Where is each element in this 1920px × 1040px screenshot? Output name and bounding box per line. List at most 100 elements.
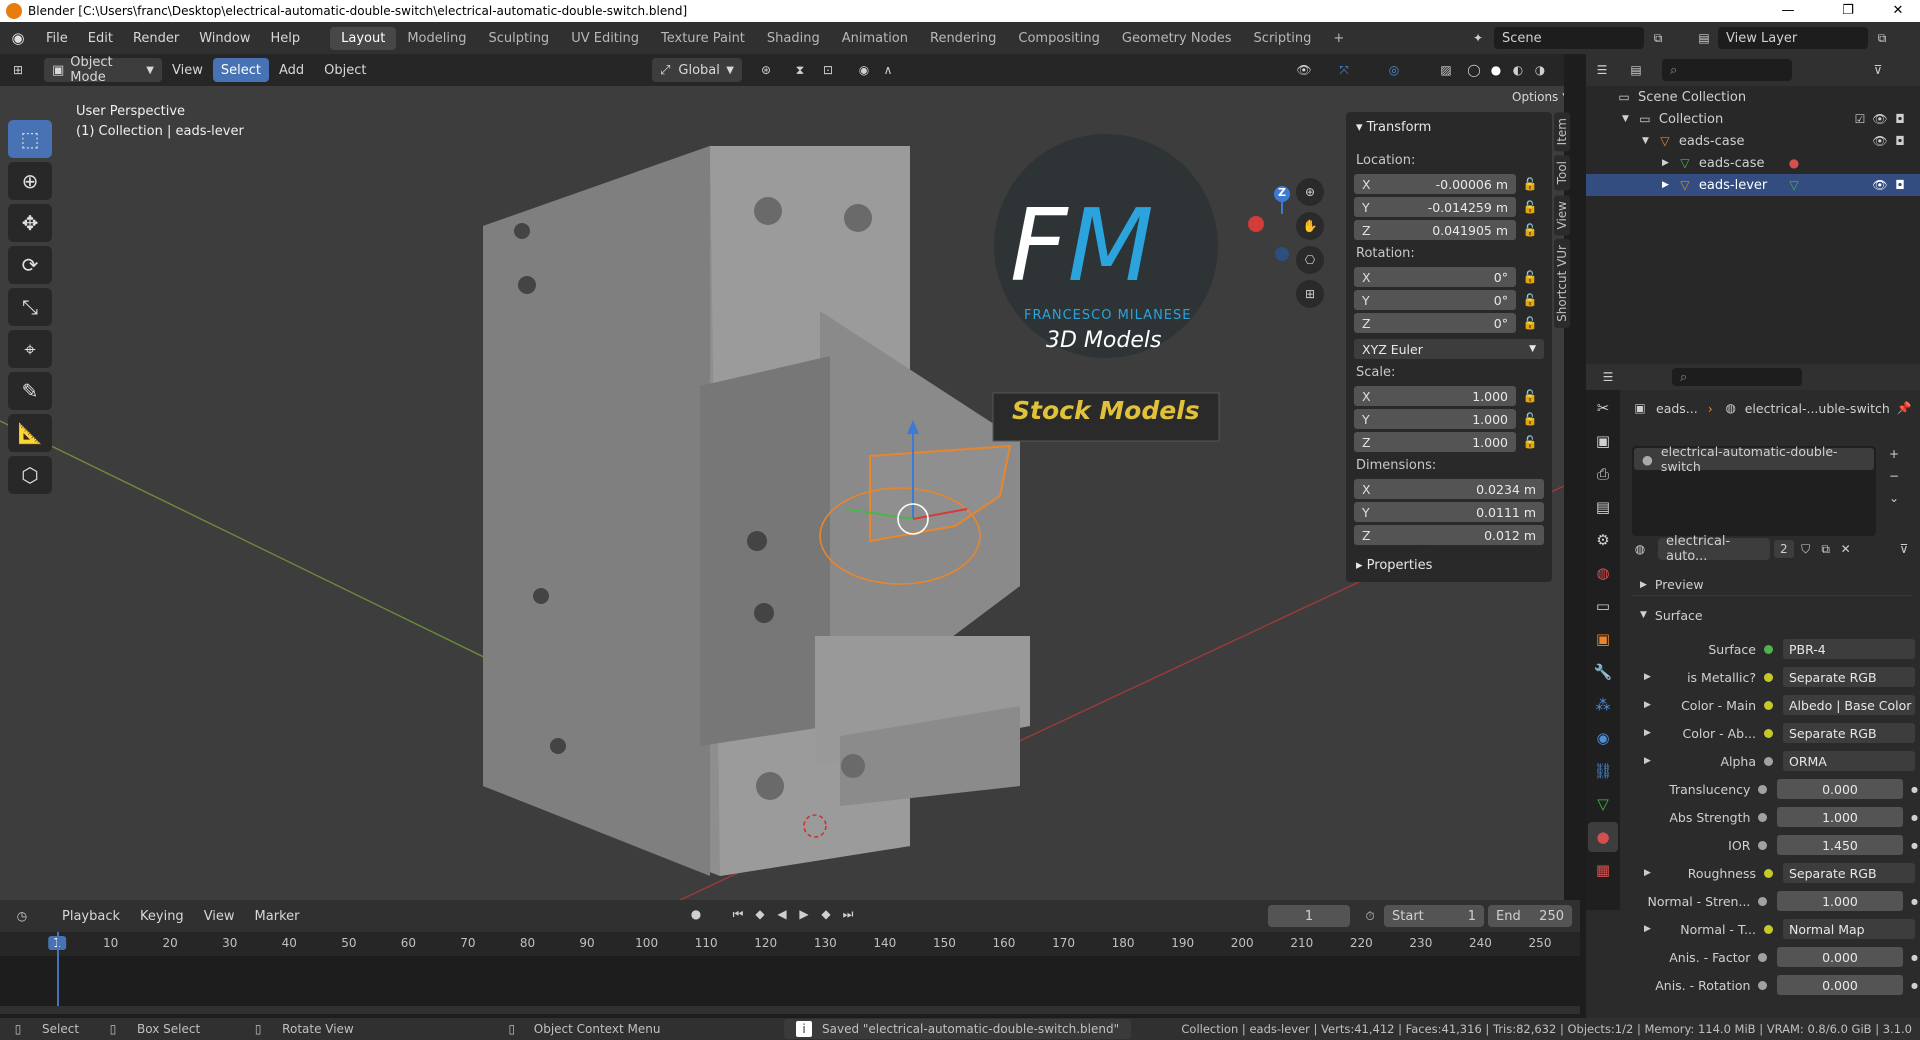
new-scene-icon[interactable]: ⧉ <box>1650 30 1666 46</box>
properties-header[interactable]: ▸ Properties <box>1346 554 1552 577</box>
jump-start-icon[interactable]: ⏮ <box>730 906 746 922</box>
socket-icon[interactable] <box>1758 840 1767 850</box>
menu-edit[interactable]: Edit <box>78 31 123 46</box>
checkbox-icon[interactable]: ☑ <box>1852 111 1868 127</box>
visibility-icon[interactable]: 👁 <box>1296 62 1312 78</box>
outliner-editor-icon[interactable]: ☰ <box>1594 62 1610 78</box>
material-name-field[interactable]: electrical-auto... <box>1658 534 1770 564</box>
keyframe-dot-icon[interactable]: ● <box>1911 785 1918 794</box>
rotation-y-field[interactable]: Y 0° <box>1354 290 1516 310</box>
viewport-menu-add[interactable]: Add <box>269 63 314 78</box>
overlay-toggle-icon[interactable]: ◎ <box>1386 62 1402 78</box>
surface-input-value[interactable]: 0.000 <box>1776 947 1904 967</box>
user-count[interactable]: 2 <box>1774 540 1794 558</box>
expand-arrow-icon[interactable]: ▶ <box>1644 700 1651 710</box>
camera-render-icon[interactable]: ◘ <box>1892 111 1908 127</box>
socket-icon[interactable] <box>1764 700 1773 710</box>
unlink-icon[interactable]: ✕ <box>1838 541 1854 557</box>
cursor-tool-icon[interactable]: ⊕ <box>8 162 52 200</box>
socket-icon[interactable] <box>1764 756 1773 766</box>
tab-compositing[interactable]: Compositing <box>1007 27 1111 50</box>
timeline-scrollbar[interactable] <box>0 1006 1580 1014</box>
lock-icon[interactable]: 🔓 <box>1516 200 1544 214</box>
measure-tool-icon[interactable]: 📐 <box>8 414 52 452</box>
wireframe-shading-icon[interactable]: ◯ <box>1466 62 1482 78</box>
view-layer-field[interactable]: View Layer <box>1718 27 1868 49</box>
scale-z-field[interactable]: Z 1.000 <box>1354 432 1516 452</box>
lock-icon[interactable]: 🔓 <box>1516 293 1544 307</box>
rendered-shading-icon[interactable]: ◑ <box>1532 62 1548 78</box>
add-cube-tool-icon[interactable]: ⬡ <box>8 456 52 494</box>
playhead[interactable] <box>57 932 59 1008</box>
tab-sculpting[interactable]: Sculpting <box>477 27 560 50</box>
keyframe-dot-icon[interactable]: ● <box>1911 953 1918 962</box>
rotation-x-field[interactable]: X 0° <box>1354 267 1516 287</box>
move-tool-icon[interactable]: ✥ <box>8 204 52 242</box>
surface-panel-header[interactable]: ▼ Surface <box>1632 604 1912 626</box>
keyframe-dot-icon[interactable]: ● <box>1911 841 1918 850</box>
viewport-menu-view[interactable]: View <box>162 63 213 78</box>
jump-end-icon[interactable]: ⏭ <box>840 906 856 922</box>
blender-menu-icon[interactable]: ◉ <box>0 29 36 47</box>
location-z-field[interactable]: Z 0.041905 m <box>1354 220 1516 240</box>
surface-input-value[interactable]: 0.000 <box>1776 975 1904 995</box>
slot-menu-icon[interactable]: ⌄ <box>1886 490 1902 506</box>
lock-icon[interactable]: 🔓 <box>1516 435 1544 449</box>
camera-render-icon[interactable]: ◘ <box>1892 133 1908 149</box>
proportional-edit-icon[interactable]: ◉ <box>856 62 872 78</box>
snap-icon[interactable]: ⧗ <box>792 62 808 78</box>
surface-input-value[interactable]: ORMA <box>1783 751 1915 771</box>
location-x-field[interactable]: X -0.00006 m <box>1354 174 1516 194</box>
close-button[interactable]: ✕ <box>1876 0 1920 22</box>
eye-icon[interactable]: 👁 <box>1872 177 1888 193</box>
tab-scripting[interactable]: Scripting <box>1243 27 1323 50</box>
maximize-button[interactable]: ❐ <box>1826 0 1870 22</box>
timeline-editor-icon[interactable]: ◷ <box>14 908 30 924</box>
keyframe-dot-icon[interactable]: ● <box>1911 981 1918 990</box>
display-mode-icon[interactable]: ▤ <box>1628 62 1644 78</box>
surface-input-value[interactable]: 0.000 <box>1776 779 1904 799</box>
tab-item[interactable]: Item <box>1554 112 1570 152</box>
editor-type-icon[interactable]: ⊞ <box>10 62 26 78</box>
socket-icon[interactable] <box>1764 728 1773 738</box>
surface-input-value[interactable]: Normal Map <box>1783 919 1915 939</box>
texture-tab-icon[interactable]: ▦ <box>1588 855 1618 885</box>
viewport-menu-select[interactable]: Select <box>212 58 269 82</box>
world-tab-icon[interactable]: ◍ <box>1588 558 1618 588</box>
next-keyframe-icon[interactable]: ◆ <box>818 906 834 922</box>
duplicate-icon[interactable]: ⧉ <box>1818 541 1834 557</box>
play-reverse-icon[interactable]: ◀ <box>774 906 790 922</box>
filter-icon[interactable]: ⊽ <box>1896 541 1912 557</box>
clock-icon[interactable]: ⏱ <box>1362 908 1378 924</box>
expand-arrow-icon[interactable]: ▶ <box>1644 756 1651 766</box>
menu-file[interactable]: File <box>36 31 78 46</box>
timeline-ruler[interactable]: 1102030405060708090100110120130140150160… <box>0 932 1580 956</box>
falloff-icon[interactable]: ∧ <box>880 62 896 78</box>
ortho-grid-icon[interactable]: ⊞ <box>1296 280 1324 308</box>
socket-icon[interactable] <box>1758 812 1767 822</box>
lock-icon[interactable]: 🔓 <box>1516 389 1544 403</box>
outliner-row-collection[interactable]: ▼ ▭ Collection ☑ 👁 ◘ <box>1586 108 1920 130</box>
view-layer-tab-icon[interactable]: ▤ <box>1588 492 1618 522</box>
scale-y-field[interactable]: Y 1.000 <box>1354 409 1516 429</box>
transform-orientation-select[interactable]: ⤢ Global ▼ <box>652 58 742 82</box>
tab-animation[interactable]: Animation <box>831 27 919 50</box>
socket-icon[interactable] <box>1764 868 1773 878</box>
scene-icon[interactable]: ✦ <box>1470 30 1486 46</box>
tab-modeling[interactable]: Modeling <box>396 27 477 50</box>
add-workspace-button[interactable]: + <box>1322 27 1355 50</box>
keyframe-dot-icon[interactable]: ● <box>1911 813 1918 822</box>
data-tab-icon[interactable]: ▽ <box>1588 789 1618 819</box>
menu-help[interactable]: Help <box>261 31 311 46</box>
tab-geometry-nodes[interactable]: Geometry Nodes <box>1111 27 1243 50</box>
material-browse-icon[interactable]: ◍ <box>1632 541 1648 557</box>
nav-gizmo-z-label[interactable]: Z <box>1278 186 1286 199</box>
constraints-tab-icon[interactable]: ⛓ <box>1588 756 1618 786</box>
surface-input-value[interactable]: Separate RGB <box>1783 667 1915 687</box>
snap-target-icon[interactable]: ⊡ <box>820 62 836 78</box>
properties-search-input[interactable]: ⌕ <box>1672 368 1802 386</box>
socket-icon[interactable] <box>1758 952 1767 962</box>
camera-icon[interactable]: ⎔ <box>1296 246 1324 274</box>
surface-input-value[interactable]: Albedo | Base Color <box>1783 695 1915 715</box>
view-layer-icon[interactable]: ▤ <box>1696 30 1712 46</box>
